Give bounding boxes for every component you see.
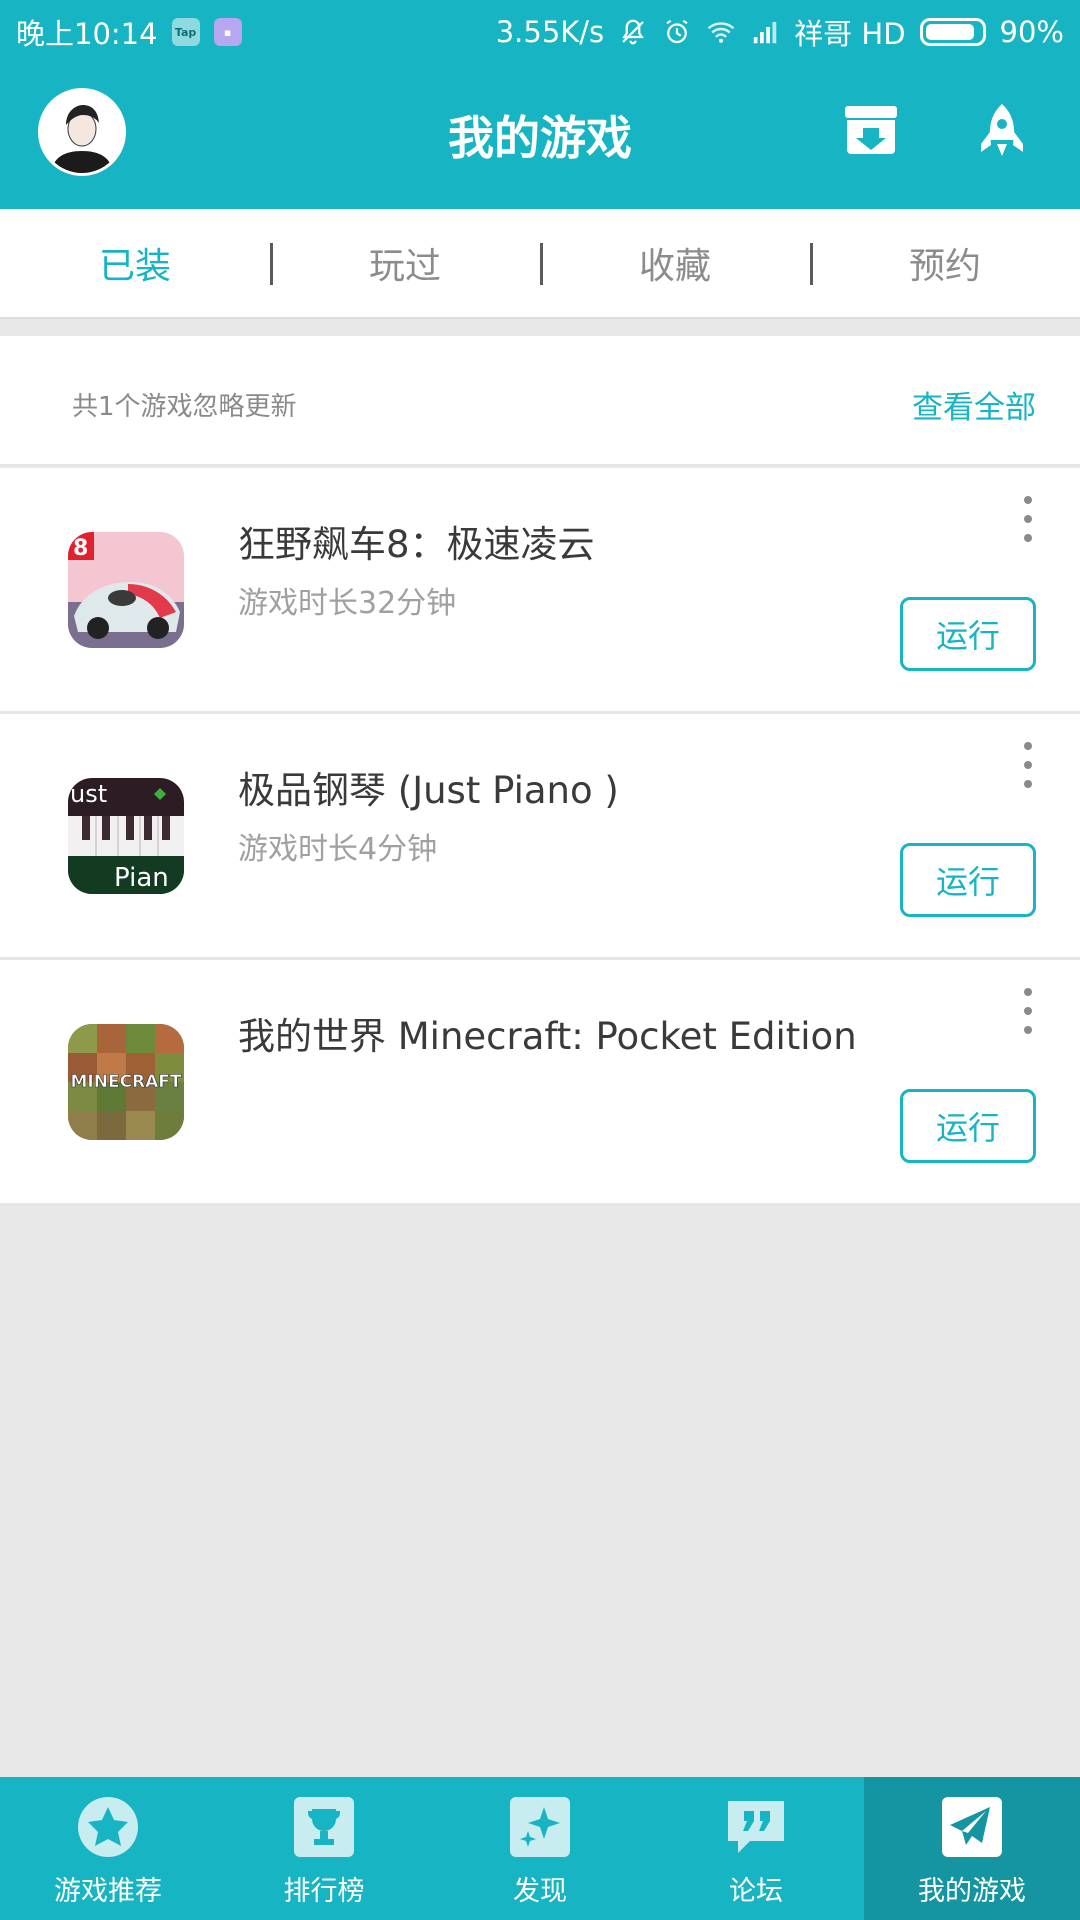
battery-icon — [919, 18, 986, 46]
game-name: 我的世界 Minecraft: Pocket Edition — [238, 1015, 857, 1058]
nav-label: 排行榜 — [283, 1876, 365, 1907]
nav-label: 论坛 — [729, 1876, 783, 1907]
nav-item-forum[interactable]: 论坛 — [648, 1777, 864, 1920]
nav-label: 发现 — [513, 1876, 567, 1907]
mute-bell-icon — [622, 19, 645, 45]
app-badge-icon: ▪ — [213, 18, 242, 46]
run-button[interactable]: 运行 — [900, 1089, 1036, 1163]
more-options-icon[interactable] — [1020, 496, 1036, 542]
svg-text:8: 8 — [73, 536, 88, 561]
download-box-icon[interactable] — [843, 102, 899, 158]
nav-item-my-games[interactable]: 我的游戏 — [864, 1777, 1080, 1920]
trophy-icon — [292, 1795, 356, 1859]
ignored-updates-text: 共1个游戏忽略更新 — [72, 392, 297, 422]
bottom-navigation: 游戏推荐 排行榜 发现 论坛 我的游戏 — [0, 1777, 1080, 1920]
minecraft-icon: MINECRAFT — [68, 1024, 184, 1140]
battery-percent: 90% — [999, 15, 1064, 49]
quote-icon — [724, 1795, 788, 1859]
run-button[interactable]: 运行 — [900, 597, 1036, 671]
tab-played[interactable]: 玩过 — [270, 209, 540, 317]
wifi-icon — [707, 22, 735, 43]
alarm-icon — [666, 19, 688, 44]
game-name: 狂野飙车8：极速凌云 — [238, 523, 595, 566]
just-piano-icon: ust Pian — [68, 778, 184, 894]
paper-plane-icon — [940, 1795, 1004, 1859]
status-time: 晚上10:14 — [16, 17, 158, 51]
signal-icon — [753, 22, 777, 44]
tab-favorites[interactable]: 收藏 — [540, 209, 810, 317]
list-item[interactable]: 8 狂野飙车8：极速凌云 游戏时长32分钟 运行 — [0, 468, 1080, 714]
svg-text:ust: ust — [70, 780, 107, 808]
rocket-icon[interactable] — [974, 102, 1030, 158]
view-all-link[interactable]: 查看全部 — [912, 382, 1036, 427]
game-tabs: 已装 玩过 收藏 预约 — [0, 209, 1080, 319]
svg-text:MINECRAFT: MINECRAFT — [70, 1072, 181, 1092]
more-options-icon[interactable] — [1020, 742, 1036, 788]
nav-label: 我的游戏 — [918, 1876, 1026, 1907]
list-item[interactable]: ust Pian 极品钢琴 (Just Piano ) 游戏时长4分钟 运行 — [0, 714, 1080, 960]
star-icon — [76, 1795, 140, 1859]
nav-label: 游戏推荐 — [54, 1876, 162, 1907]
sparkle-icon — [508, 1795, 572, 1859]
run-button[interactable]: 运行 — [900, 843, 1036, 917]
asphalt-8-icon: 8 — [68, 532, 184, 648]
page-title: 我的游戏 — [448, 111, 632, 165]
installed-games-list: 8 狂野飙车8：极速凌云 游戏时长32分钟 运行 ust Pian 极品钢琴 (… — [0, 468, 1080, 1206]
list-item[interactable]: MINECRAFT 我的世界 Minecraft: Pocket Edition… — [0, 960, 1080, 1206]
nav-item-recommended[interactable]: 游戏推荐 — [0, 1777, 216, 1920]
nav-item-rankings[interactable]: 排行榜 — [216, 1777, 432, 1920]
carrier: 祥哥 HD — [794, 17, 906, 51]
game-name: 极品钢琴 (Just Piano ) — [238, 769, 619, 812]
game-playtime: 游戏时长32分钟 — [238, 586, 457, 621]
app-bar: 晚上10:14 Tap ▪ 3.55K/s 祥哥 HD 90% 我的游戏 — [0, 0, 1080, 209]
status-bar: 晚上10:14 Tap ▪ 3.55K/s 祥哥 HD 90% — [0, 0, 1080, 58]
tab-installed[interactable]: 已装 — [0, 209, 270, 317]
nav-item-discover[interactable]: 发现 — [432, 1777, 648, 1920]
more-options-icon[interactable] — [1020, 988, 1036, 1034]
svg-text:Pian: Pian — [114, 863, 169, 893]
game-playtime: 游戏时长4分钟 — [238, 832, 438, 867]
ignored-updates-notice: 共1个游戏忽略更新 查看全部 — [0, 336, 1080, 466]
network-speed: 3.55K/s — [495, 15, 605, 49]
tap-badge-icon: Tap — [171, 18, 200, 46]
tab-reserved[interactable]: 预约 — [810, 209, 1080, 317]
